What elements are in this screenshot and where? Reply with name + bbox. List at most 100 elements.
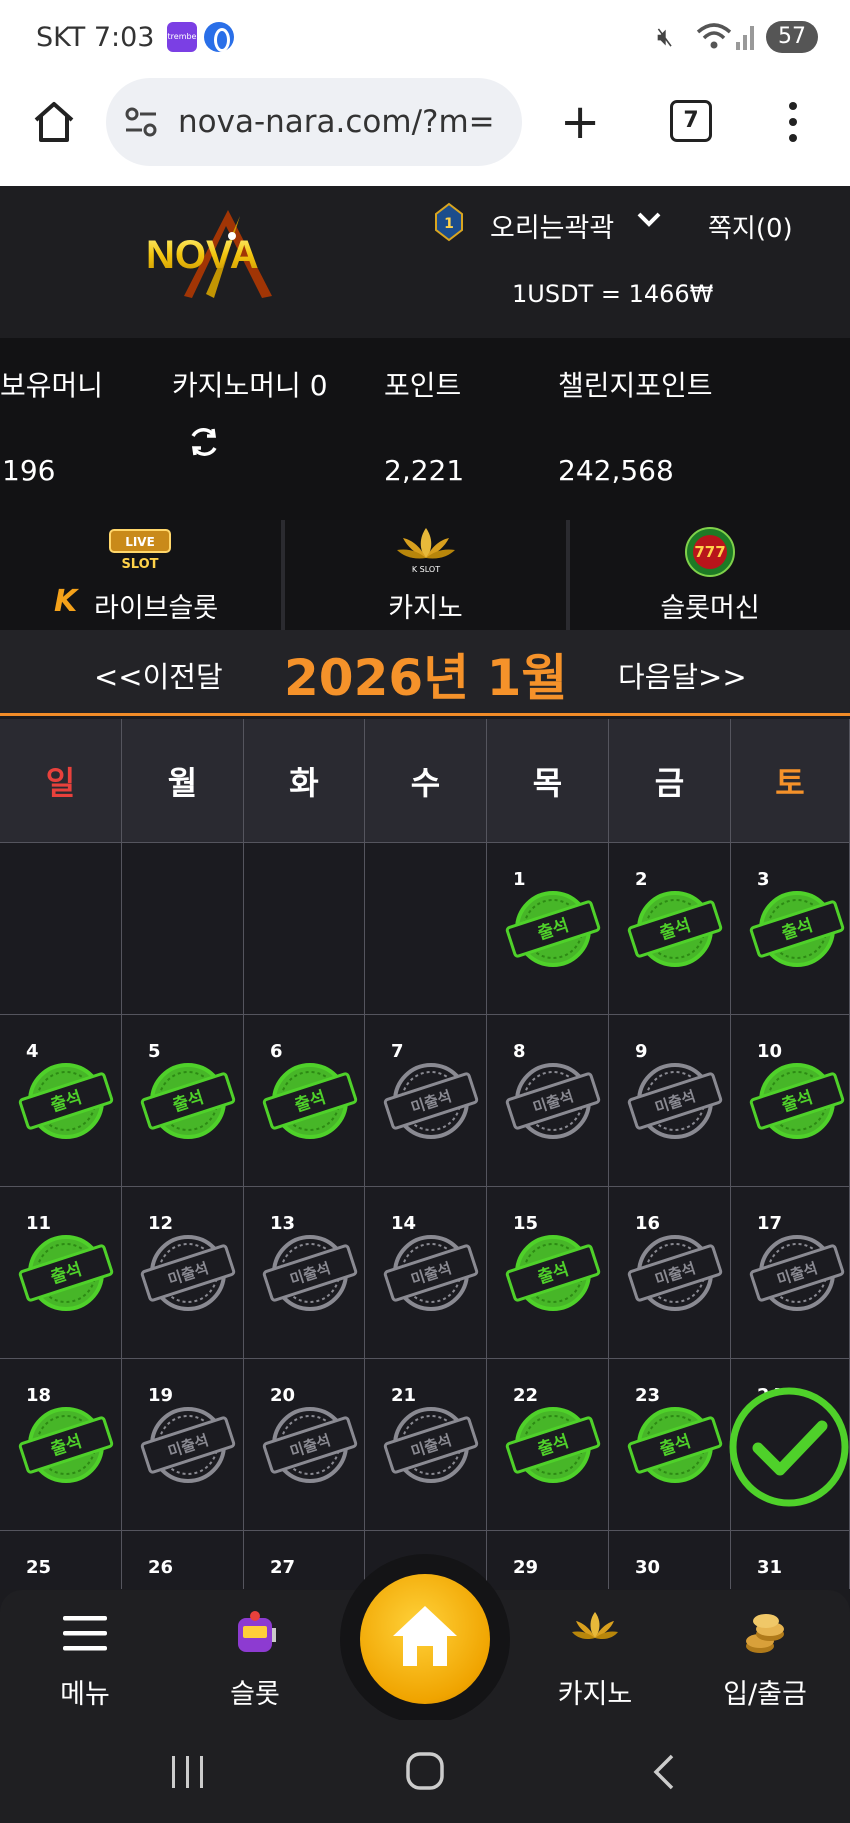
weekday-header: 화 <box>244 719 365 843</box>
missed-stamp-icon: 미출석 <box>749 1235 845 1311</box>
calendar-day-cell[interactable]: 14 미출석 <box>365 1187 487 1359</box>
calendar-day-cell[interactable]: 18 출석 <box>0 1359 122 1531</box>
point-label: 포인트 <box>384 369 462 402</box>
attendance-calendar: 일 월 화 수 목 금 토 1 출석 2 출석 3 출석 4 출석 5 출석 6 출석 7 미출석 8 미출석 9 미출석 10 출… <box>0 719 850 1589</box>
nav-slot-label: 슬롯 <box>230 1679 280 1710</box>
new-tab-icon[interactable]: + <box>560 98 600 146</box>
tab-live-slot-label: 라이브슬롯 <box>94 593 219 624</box>
recent-apps-icon[interactable] <box>168 1754 208 1790</box>
url-text: nova-nara.com/?m= <box>178 104 495 140</box>
nav-casino[interactable]: 카지노 <box>535 1590 655 1720</box>
nav-slot[interactable]: 슬롯 <box>195 1590 315 1720</box>
messages-link[interactable]: 쪽지(0) <box>708 208 793 245</box>
refresh-icon[interactable] <box>186 424 222 460</box>
calendar-day-cell[interactable]: 31 <box>731 1531 850 1589</box>
nav-menu-label: 메뉴 <box>60 1679 110 1710</box>
calendar-day-cell[interactable]: 30 <box>609 1531 731 1589</box>
username[interactable]: 오리는곽곽 <box>490 206 614 245</box>
svg-text:1: 1 <box>444 216 454 232</box>
check-circle-icon[interactable] <box>728 1386 850 1508</box>
calendar-day-cell[interactable]: 3 출석 <box>731 843 850 1015</box>
calendar-day-cell[interactable]: 16 미출석 <box>609 1187 731 1359</box>
challenge-point-value: 242,568 <box>558 454 674 487</box>
calendar-day-cell[interactable]: 6 출석 <box>244 1015 365 1187</box>
calendar-day-cell[interactable]: 4 출석 <box>0 1015 122 1187</box>
calendar-day-cell[interactable]: 13 미출석 <box>244 1187 365 1359</box>
home-nav-icon[interactable] <box>404 1750 446 1792</box>
calendar-day-cell[interactable]: 12 미출석 <box>122 1187 244 1359</box>
more-options-icon[interactable] <box>786 102 800 142</box>
system-navigation-bar <box>0 1720 850 1823</box>
calendar-day-cell[interactable]: 21 미출석 <box>365 1359 487 1531</box>
calendar-day-cell[interactable]: 1 출석 <box>487 843 609 1015</box>
calendar-day-cell[interactable]: 8 미출석 <box>487 1015 609 1187</box>
calendar-day-cell[interactable]: 17 미출석 <box>731 1187 850 1359</box>
calendar-day-cell[interactable]: 5 출석 <box>122 1015 244 1187</box>
calendar-day-cell[interactable]: 25 <box>0 1531 122 1589</box>
missed-stamp-icon: 미출석 <box>140 1235 236 1311</box>
exchange-rate: 1USDT = 1466₩ <box>512 280 714 308</box>
nav-deposit-withdraw[interactable]: 입/출금 <box>705 1590 825 1720</box>
point-value: 2,221 <box>384 454 465 487</box>
nav-casino-label: 카지노 <box>557 1679 633 1710</box>
calendar-day-cell[interactable]: 2 출석 <box>609 843 731 1015</box>
next-month-button[interactable]: 다음달>> <box>618 654 747 696</box>
tab-slot-machine[interactable]: 777 슬롯머신 <box>570 520 850 630</box>
nav-menu[interactable]: 메뉴 <box>25 1590 145 1720</box>
k-slot-lotus-icon <box>572 1612 618 1640</box>
attended-stamp-icon: 출석 <box>262 1063 358 1139</box>
attended-stamp-icon: 출석 <box>749 891 845 967</box>
coins-icon <box>746 1614 784 1653</box>
attended-stamp-icon: 출석 <box>627 1407 723 1483</box>
tab-switcher-button[interactable]: 7 <box>670 100 712 142</box>
tab-slot-machine-label: 슬롯머신 <box>660 593 760 624</box>
calendar-day-cell[interactable]: 23 출석 <box>609 1359 731 1531</box>
777-slots-icon: 777 <box>685 527 735 577</box>
address-bar[interactable]: nova-nara.com/?m= <box>106 78 522 166</box>
missed-stamp-icon: 미출석 <box>262 1235 358 1311</box>
notification-app-icon <box>204 22 234 52</box>
calendar-day-cell[interactable]: 20 미출석 <box>244 1359 365 1531</box>
missed-stamp-icon: 미출석 <box>627 1235 723 1311</box>
weekday-header: 일 <box>0 719 122 843</box>
back-icon[interactable] <box>650 1752 680 1792</box>
calendar-day-cell[interactable]: 22 출석 <box>487 1359 609 1531</box>
browser-home-icon[interactable] <box>30 98 78 146</box>
attended-stamp-icon: 출석 <box>18 1407 114 1483</box>
hamburger-icon <box>63 1616 107 1651</box>
attended-stamp-icon: 출석 <box>749 1063 845 1139</box>
site-settings-icon[interactable] <box>124 106 158 138</box>
calendar-day-cell[interactable]: 9 미출석 <box>609 1015 731 1187</box>
tab-live-slot[interactable]: LIVE SLOT K 라이브슬롯 <box>0 520 281 630</box>
tab-casino[interactable]: K SLOT 카지노 <box>285 520 566 630</box>
missed-stamp-icon: 미출석 <box>262 1407 358 1483</box>
prev-month-button[interactable]: <<이전달 <box>94 654 223 696</box>
calendar-day-cell[interactable]: 11 출석 <box>0 1187 122 1359</box>
attended-stamp-icon: 출석 <box>505 891 601 967</box>
home-button[interactable] <box>360 1574 490 1704</box>
attended-stamp-icon: 출석 <box>505 1407 601 1483</box>
svg-text:LIVE: LIVE <box>125 535 155 549</box>
browser-toolbar: nova-nara.com/?m= + 7 <box>0 74 850 186</box>
missed-stamp-icon: 미출석 <box>505 1063 601 1139</box>
attended-stamp-icon: 출석 <box>18 1063 114 1139</box>
calendar-day-cell[interactable]: 26 <box>122 1531 244 1589</box>
wifi-icon <box>696 23 754 50</box>
system-status-bar: SKT 7:03 trembe 🔇︎ 57 <box>0 0 850 74</box>
calendar-day-cell[interactable]: 19 미출석 <box>122 1359 244 1531</box>
calendar-day-cell[interactable]: 7 미출석 <box>365 1015 487 1187</box>
calendar-day-cell[interactable]: 29 <box>487 1531 609 1589</box>
calendar-day-cell[interactable]: 10 출석 <box>731 1015 850 1187</box>
challenge-point-label: 챌린지포인트 <box>558 369 713 402</box>
day-number: 29 <box>513 1557 539 1578</box>
day-number: 30 <box>635 1557 661 1578</box>
attended-stamp-icon: 출석 <box>505 1235 601 1311</box>
calendar-day-cell <box>0 843 122 1015</box>
chevron-down-icon[interactable] <box>634 204 664 234</box>
nova-logo[interactable]: NOVA <box>140 206 320 302</box>
attended-stamp-icon: 출석 <box>627 891 723 967</box>
weekday-header: 금 <box>609 719 731 843</box>
calendar-day-cell <box>244 843 365 1015</box>
calendar-day-cell[interactable]: 27 <box>244 1531 365 1589</box>
calendar-day-cell[interactable]: 15 출석 <box>487 1187 609 1359</box>
